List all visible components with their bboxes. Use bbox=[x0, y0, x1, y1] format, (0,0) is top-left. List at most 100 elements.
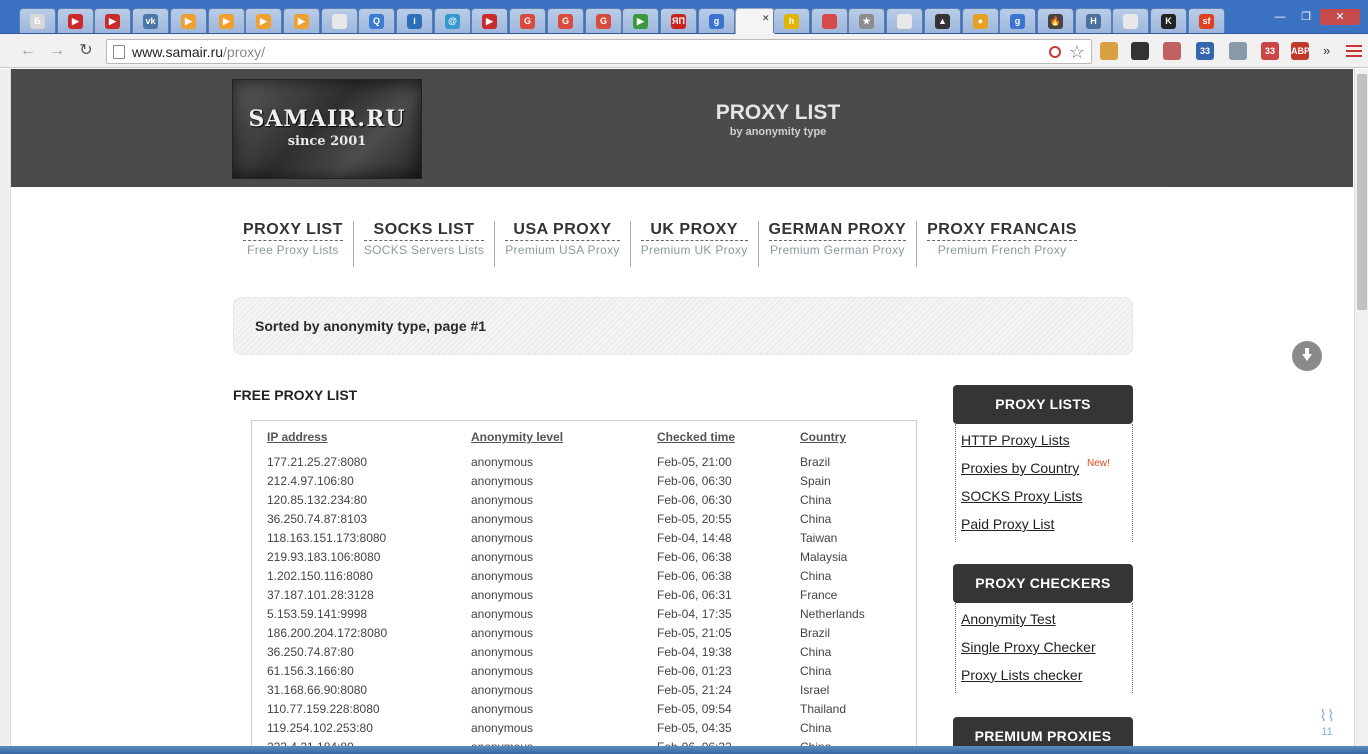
browser-tab[interactable]: ✕ bbox=[735, 8, 775, 34]
more-extensions-button[interactable]: » bbox=[1323, 43, 1330, 58]
sidebar-link-proxies-by-country[interactable]: Proxies by Country New! bbox=[961, 456, 1132, 484]
checked-time-cell: Feb-05, 04:35 bbox=[657, 720, 732, 735]
adblock-icon[interactable]: ABP bbox=[1291, 42, 1310, 60]
scrollbar-thumb[interactable] bbox=[1357, 74, 1367, 310]
vertical-scrollbar[interactable] bbox=[1354, 69, 1368, 754]
country-cell: Brazil bbox=[800, 454, 831, 469]
browser-tab[interactable]: vk bbox=[132, 8, 169, 33]
nav-item[interactable]: USA PROXY Premium USA Proxy bbox=[494, 221, 629, 267]
q-icon: Q bbox=[369, 14, 384, 29]
browser-tab[interactable] bbox=[886, 8, 923, 33]
browser-tab[interactable]: ▶ bbox=[94, 8, 131, 33]
extension-off-icon[interactable] bbox=[1229, 42, 1247, 60]
browser-tab[interactable]: ● bbox=[962, 8, 999, 33]
nav-item-title[interactable]: GERMAN PROXY bbox=[768, 221, 907, 241]
nav-item-title[interactable]: SOCKS LIST bbox=[363, 221, 485, 241]
browser-tab[interactable]: G bbox=[585, 8, 622, 33]
ip-address-cell: 118.163.151.173:8080 bbox=[267, 530, 387, 545]
browser-tab[interactable] bbox=[321, 8, 358, 33]
browser-tab[interactable]: 🔥 bbox=[1037, 8, 1074, 33]
extension-counter-icon[interactable]: 33 bbox=[1196, 42, 1214, 60]
sort-text: Sorted by anonymity type, page #1 bbox=[255, 318, 487, 334]
browser-tab[interactable]: G bbox=[547, 8, 584, 33]
browser-tab[interactable]: H bbox=[1075, 8, 1112, 33]
sidebar-link-proxy-lists-checker[interactable]: Proxy Lists checker bbox=[961, 663, 1132, 691]
nav-item[interactable]: UK PROXY Premium UK Proxy bbox=[629, 221, 758, 267]
forward-button[interactable]: → bbox=[47, 41, 67, 61]
browser-tab[interactable]: ▶ bbox=[57, 8, 94, 33]
nav-item-title[interactable]: PROXY LIST bbox=[243, 221, 343, 241]
browser-tab[interactable]: sf bbox=[1188, 8, 1225, 33]
browser-tab[interactable]: i bbox=[396, 8, 433, 33]
sidebar-link-anonymity-test[interactable]: Anonymity Test bbox=[961, 607, 1132, 635]
browser-tab[interactable]: Q bbox=[358, 8, 395, 33]
minimize-button[interactable]: — bbox=[1268, 9, 1292, 25]
nav-item-subtitle: Premium French Proxy bbox=[937, 243, 1067, 257]
main-nav: PROXY LIST Free Proxy Lists SOCKS LIST SOCK… bbox=[233, 221, 1087, 267]
browser-tab[interactable]: K bbox=[1150, 8, 1187, 33]
browser-tab[interactable]: ▶ bbox=[208, 8, 245, 33]
extension-dark-icon[interactable] bbox=[1131, 42, 1149, 60]
column-header-ip[interactable]: IP address bbox=[267, 429, 471, 452]
restore-button[interactable]: ❐ bbox=[1294, 9, 1318, 25]
page-viewport: SAMAIR.RU since 2001 PROXY LIST by anony… bbox=[11, 69, 1353, 754]
nav-item[interactable]: PROXY LIST Free Proxy Lists bbox=[233, 221, 353, 267]
table-row: 110.77.159.228:8080 anonymous Feb-05, 09:5… bbox=[267, 699, 910, 718]
address-bar[interactable]: www.samair.ru/proxy/ ☆ bbox=[106, 39, 1092, 64]
sidebar-link-paid-proxy-list[interactable]: Paid Proxy List bbox=[961, 512, 1132, 540]
checked-time-cell: Feb-04, 17:35 bbox=[657, 606, 732, 621]
table-row: 120.85.132.234:80 anonymous Feb-06, 06:30 C… bbox=[267, 490, 910, 509]
extension-box-icon[interactable] bbox=[1100, 42, 1118, 60]
column-header-checked[interactable]: Checked time bbox=[657, 429, 800, 452]
scroll-down-icon[interactable] bbox=[1292, 341, 1322, 371]
close-tab-icon[interactable]: ✕ bbox=[762, 13, 772, 23]
browser-tab[interactable] bbox=[811, 8, 848, 33]
site-logo[interactable]: SAMAIR.RU since 2001 bbox=[232, 79, 422, 179]
browser-tab[interactable]: ▶ bbox=[245, 8, 282, 33]
extension-download-icon[interactable] bbox=[1163, 42, 1181, 60]
nav-item-title[interactable]: UK PROXY bbox=[640, 221, 748, 241]
browser-tab[interactable]: ЯП bbox=[660, 8, 697, 33]
nav-item[interactable]: PROXY FRANCAIS Premium French Proxy bbox=[916, 221, 1087, 267]
page-icon bbox=[1123, 14, 1138, 29]
browser-tab[interactable]: ▶ bbox=[170, 8, 207, 33]
column-header-country[interactable]: Country bbox=[800, 429, 910, 452]
browser-tab[interactable] bbox=[1112, 8, 1149, 33]
back-button[interactable]: ← bbox=[18, 41, 38, 61]
nav-item-title[interactable]: PROXY FRANCAIS bbox=[927, 221, 1077, 241]
browser-tab[interactable]: h bbox=[773, 8, 810, 33]
browser-tab[interactable]: G bbox=[509, 8, 546, 33]
browser-tab[interactable]: ▶ bbox=[283, 8, 320, 33]
close-window-button[interactable]: ✕ bbox=[1320, 9, 1360, 25]
sidebar-link-single-proxy-checker[interactable]: Single Proxy Checker bbox=[961, 635, 1132, 663]
country-cell: Thailand bbox=[800, 701, 847, 716]
browser-tab[interactable]: g bbox=[698, 8, 735, 33]
table-row: 36.250.74.87:8103 anonymous Feb-05, 20:55 C… bbox=[267, 509, 910, 528]
reload-button[interactable]: ↻ bbox=[76, 41, 96, 61]
ip-address-cell: 37.187.101.28:3128 bbox=[267, 587, 374, 602]
play-store-icon: ▶ bbox=[633, 14, 648, 29]
checked-time-cell: Feb-05, 09:54 bbox=[657, 701, 732, 716]
page-title: PROXY LIST bbox=[715, 101, 841, 124]
column-header-anonymity[interactable]: Anonymity level bbox=[471, 429, 657, 452]
anonymity-cell: anonymous bbox=[471, 511, 534, 526]
browser-tab[interactable]: g bbox=[999, 8, 1036, 33]
extension-calendar-icon[interactable]: 33 bbox=[1261, 42, 1279, 60]
browser-menu-button[interactable] bbox=[1346, 42, 1362, 60]
browser-tab[interactable]: ▶ bbox=[622, 8, 659, 33]
sidebar-link-socks-proxy-lists[interactable]: SOCKS Proxy Lists bbox=[961, 484, 1132, 512]
browser-tab[interactable]: ▲ bbox=[924, 8, 961, 33]
nav-item[interactable]: SOCKS LIST SOCKS Servers Lists bbox=[352, 221, 494, 267]
country-cell: Netherlands bbox=[800, 606, 865, 621]
bookmark-star-icon[interactable]: ☆ bbox=[1069, 42, 1085, 63]
browser-tab[interactable]: @ bbox=[434, 8, 471, 33]
nav-item-title[interactable]: USA PROXY bbox=[505, 221, 620, 241]
browser-tab[interactable]: ★ bbox=[848, 8, 885, 33]
browser-tab[interactable]: Б bbox=[19, 8, 56, 33]
url-text[interactable]: www.samair.ru/proxy/ bbox=[132, 44, 265, 60]
wifi-count: 11 bbox=[1321, 726, 1333, 738]
anonymity-cell: anonymous bbox=[471, 492, 534, 507]
browser-tab[interactable]: ▶ bbox=[471, 8, 508, 33]
popup-blocked-icon[interactable] bbox=[1049, 46, 1061, 58]
nav-item[interactable]: GERMAN PROXY Premium German Proxy bbox=[757, 221, 917, 267]
